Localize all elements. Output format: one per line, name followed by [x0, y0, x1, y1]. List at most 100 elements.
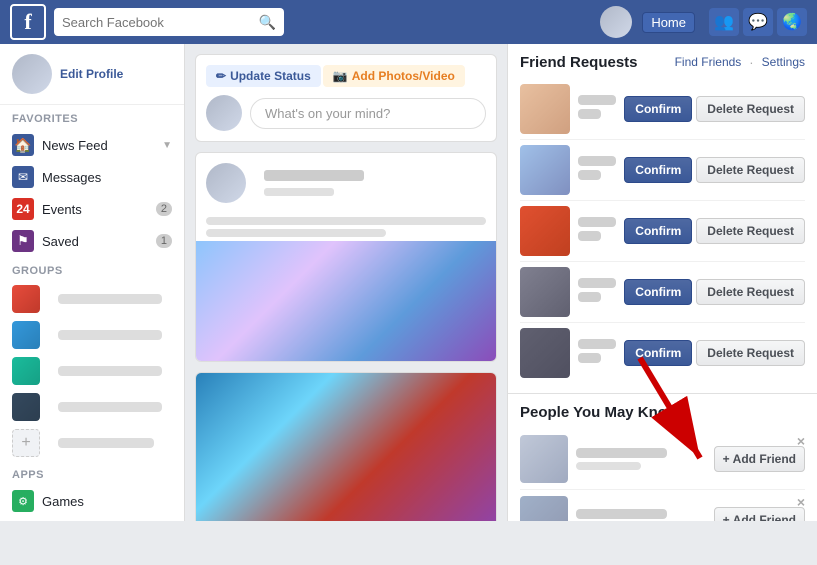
top-navbar: f 🔍 Home 👥 💬 🌏 — [0, 0, 817, 44]
sidebar-item-onthisday[interactable]: 📅 On This Day — [0, 517, 184, 521]
post-time-blurred — [264, 188, 334, 196]
fr-name-blurred-bar — [578, 95, 616, 105]
group-name-blurred — [58, 402, 162, 412]
fr-name — [578, 339, 616, 367]
pymk-item-1: × + Add Friend — [520, 429, 805, 490]
fr-sub-blurred-bar — [578, 109, 601, 119]
nav-icons: 👥 💬 🌏 — [709, 8, 807, 36]
group-name-blurred — [58, 366, 162, 376]
group-item-3[interactable] — [0, 353, 184, 389]
search-icon[interactable]: 🔍 — [259, 14, 276, 31]
friend-requests-settings-link[interactable]: Settings — [762, 55, 805, 70]
post-meta — [254, 166, 374, 200]
find-friends-link[interactable]: Find Friends — [675, 55, 742, 70]
saved-icon: ⚑ — [12, 230, 34, 252]
sidebar-item-saved[interactable]: ⚑ Saved 1 — [0, 225, 184, 257]
messages-icon: ✉ — [12, 166, 34, 188]
group-avatar — [12, 357, 40, 385]
search-input[interactable] — [62, 15, 255, 30]
post-card-1 — [195, 152, 497, 362]
link-separator: · — [749, 55, 753, 70]
add-photos-tab[interactable]: 📷 Add Photos/Video — [323, 65, 465, 87]
friend-request-item-1: Confirm Delete Request — [520, 79, 805, 140]
fr-actions: Confirm Delete Request — [624, 279, 805, 305]
avatar — [12, 54, 52, 94]
friend-requests-links: Find Friends · Settings — [675, 55, 805, 70]
group-item-4[interactable] — [0, 389, 184, 425]
compose-avatar — [206, 95, 242, 131]
sidebar-item-label: News Feed — [42, 138, 152, 153]
pymk-name-blurred — [576, 509, 667, 519]
fr-name — [578, 217, 616, 245]
add-friend-label: Add Friend — [733, 452, 796, 466]
friend-request-item-2: Confirm Delete Request — [520, 140, 805, 201]
delete-request-button[interactable]: Delete Request — [696, 218, 805, 244]
confirm-button[interactable]: Confirm — [624, 340, 692, 366]
group-item-2[interactable] — [0, 317, 184, 353]
add-friend-button[interactable]: + Add Friend — [714, 507, 805, 521]
photo-tab-label: Add Photos/Video — [352, 69, 455, 83]
pymk-name-blurred — [576, 448, 667, 458]
update-status-tab[interactable]: ✏ Update Status — [206, 65, 321, 87]
post-header — [196, 153, 496, 213]
add-friend-button[interactable]: + Add Friend — [714, 446, 805, 472]
fr-avatar — [520, 328, 570, 378]
edit-profile-link[interactable]: Edit Profile — [60, 67, 123, 81]
notifications-nav-icon[interactable]: 🌏 — [777, 8, 807, 36]
groups-section-label: GROUPS — [0, 257, 184, 281]
group-item-add[interactable]: + — [0, 425, 184, 461]
fr-name — [578, 156, 616, 184]
pymk-avatar — [520, 496, 568, 521]
saved-badge: 1 — [156, 234, 172, 248]
friend-request-item-5: Confirm Delete Request — [520, 323, 805, 383]
games-icon: ⚙ — [12, 490, 34, 512]
friends-nav-icon[interactable]: 👥 — [709, 8, 739, 36]
delete-request-button[interactable]: Delete Request — [696, 279, 805, 305]
compose-tabs: ✏ Update Status 📷 Add Photos/Video — [206, 65, 486, 87]
fr-avatar — [520, 206, 570, 256]
fr-name-blurred-bar — [578, 339, 616, 349]
fr-name-blurred-bar — [578, 217, 616, 227]
fr-avatar — [520, 145, 570, 195]
pymk-avatar — [520, 435, 568, 483]
home-button[interactable]: Home — [642, 12, 695, 33]
friend-requests-title: Friend Requests — [520, 54, 638, 71]
delete-request-button[interactable]: Delete Request — [696, 96, 805, 122]
photo-tab-icon: 📷 — [333, 69, 348, 83]
confirm-button[interactable]: Confirm — [624, 96, 692, 122]
pymk-info — [576, 509, 706, 521]
sidebar-item-label: Messages — [42, 170, 172, 185]
sidebar-item-events[interactable]: 24 Events 2 — [0, 193, 184, 225]
pymk-header: People You May Know — [520, 404, 805, 421]
sidebar-item-messages[interactable]: ✉ Messages — [0, 161, 184, 193]
group-name-blurred — [58, 438, 154, 448]
messages-nav-icon[interactable]: 💬 — [743, 8, 773, 36]
group-avatar — [12, 393, 40, 421]
delete-request-button[interactable]: Delete Request — [696, 157, 805, 183]
sidebar-item-label: Saved — [42, 234, 148, 249]
post-text-blurred — [206, 217, 486, 225]
delete-request-button[interactable]: Delete Request — [696, 340, 805, 366]
fr-avatar — [520, 267, 570, 317]
confirm-button[interactable]: Confirm — [624, 279, 692, 305]
fr-name-blurred-bar — [578, 156, 616, 166]
fr-name — [578, 278, 616, 306]
close-pymk-icon[interactable]: × — [797, 433, 805, 449]
fr-sub-blurred-bar — [578, 231, 601, 241]
left-sidebar: Edit Profile FAVORITES 🏠 News Feed ▼ ✉ M… — [0, 44, 185, 521]
post-image — [196, 241, 496, 361]
facebook-logo: f — [10, 4, 46, 40]
events-icon: 24 — [12, 198, 34, 220]
compose-placeholder[interactable]: What's on your mind? — [250, 98, 486, 129]
confirm-button[interactable]: Confirm — [624, 157, 692, 183]
sidebar-item-games[interactable]: ⚙ Games — [0, 485, 184, 517]
fr-sub-blurred-bar — [578, 292, 601, 302]
search-bar[interactable]: 🔍 — [54, 8, 284, 36]
close-pymk-icon[interactable]: × — [797, 494, 805, 510]
group-item-1[interactable] — [0, 281, 184, 317]
friend-requests-section: Friend Requests Find Friends · Settings … — [508, 44, 817, 394]
sidebar-item-newsfeed[interactable]: 🏠 News Feed ▼ — [0, 129, 184, 161]
compose-box: ✏ Update Status 📷 Add Photos/Video What'… — [195, 54, 497, 142]
add-group-icon: + — [12, 429, 40, 457]
confirm-button[interactable]: Confirm — [624, 218, 692, 244]
